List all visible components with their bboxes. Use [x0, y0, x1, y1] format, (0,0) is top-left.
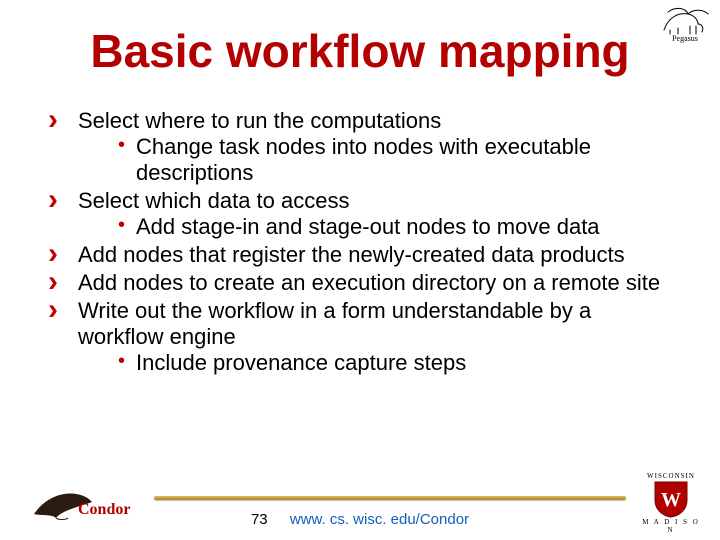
bullet-item: Add nodes that register the newly-create… [48, 242, 680, 268]
footer-url: www. cs. wisc. edu/Condor [290, 511, 469, 528]
uw-crest: WISCONSIN W M A D I S O N [638, 472, 704, 534]
footer: Condor 73 www. cs. wisc. edu/Condor WISC… [0, 476, 720, 540]
uw-label-top: WISCONSIN [638, 472, 704, 480]
sub-bullet-item: Add stage-in and stage-out nodes to move… [118, 214, 680, 240]
bullet-item: Add nodes to create an execution directo… [48, 270, 680, 296]
slide-title: Basic workflow mapping [0, 24, 720, 78]
footer-rule [154, 496, 626, 500]
footer-center: 73 www. cs. wisc. edu/Condor [0, 511, 720, 528]
sub-bullet-text: Include provenance capture steps [136, 350, 466, 375]
bullet-item: Write out the workflow in a form underst… [48, 298, 680, 376]
bullet-text: Add nodes to create an execution directo… [78, 270, 660, 295]
uw-label-bottom: M A D I S O N [638, 518, 704, 534]
slide: Pegasus Basic workflow mapping Select wh… [0, 0, 720, 540]
sub-bullet-item: Include provenance capture steps [118, 350, 680, 376]
sub-bullet-text: Add stage-in and stage-out nodes to move… [136, 214, 600, 239]
bullet-text: Write out the workflow in a form underst… [78, 298, 591, 349]
bullet-item: Select where to run the computations Cha… [48, 108, 680, 186]
sub-bullet-item: Change task nodes into nodes with execut… [118, 134, 680, 186]
page-number: 73 [251, 511, 268, 528]
svg-text:W: W [661, 489, 681, 511]
slide-content: Select where to run the computations Cha… [48, 108, 680, 378]
bullet-item: Select which data to access Add stage-in… [48, 188, 680, 240]
bullet-text: Select which data to access [78, 188, 349, 213]
bullet-text: Add nodes that register the newly-create… [78, 242, 625, 267]
sub-bullet-text: Change task nodes into nodes with execut… [136, 134, 591, 185]
bullet-text: Select where to run the computations [78, 108, 441, 133]
shield-icon: W [651, 480, 691, 518]
bullet-list: Select where to run the computations Cha… [48, 108, 680, 376]
